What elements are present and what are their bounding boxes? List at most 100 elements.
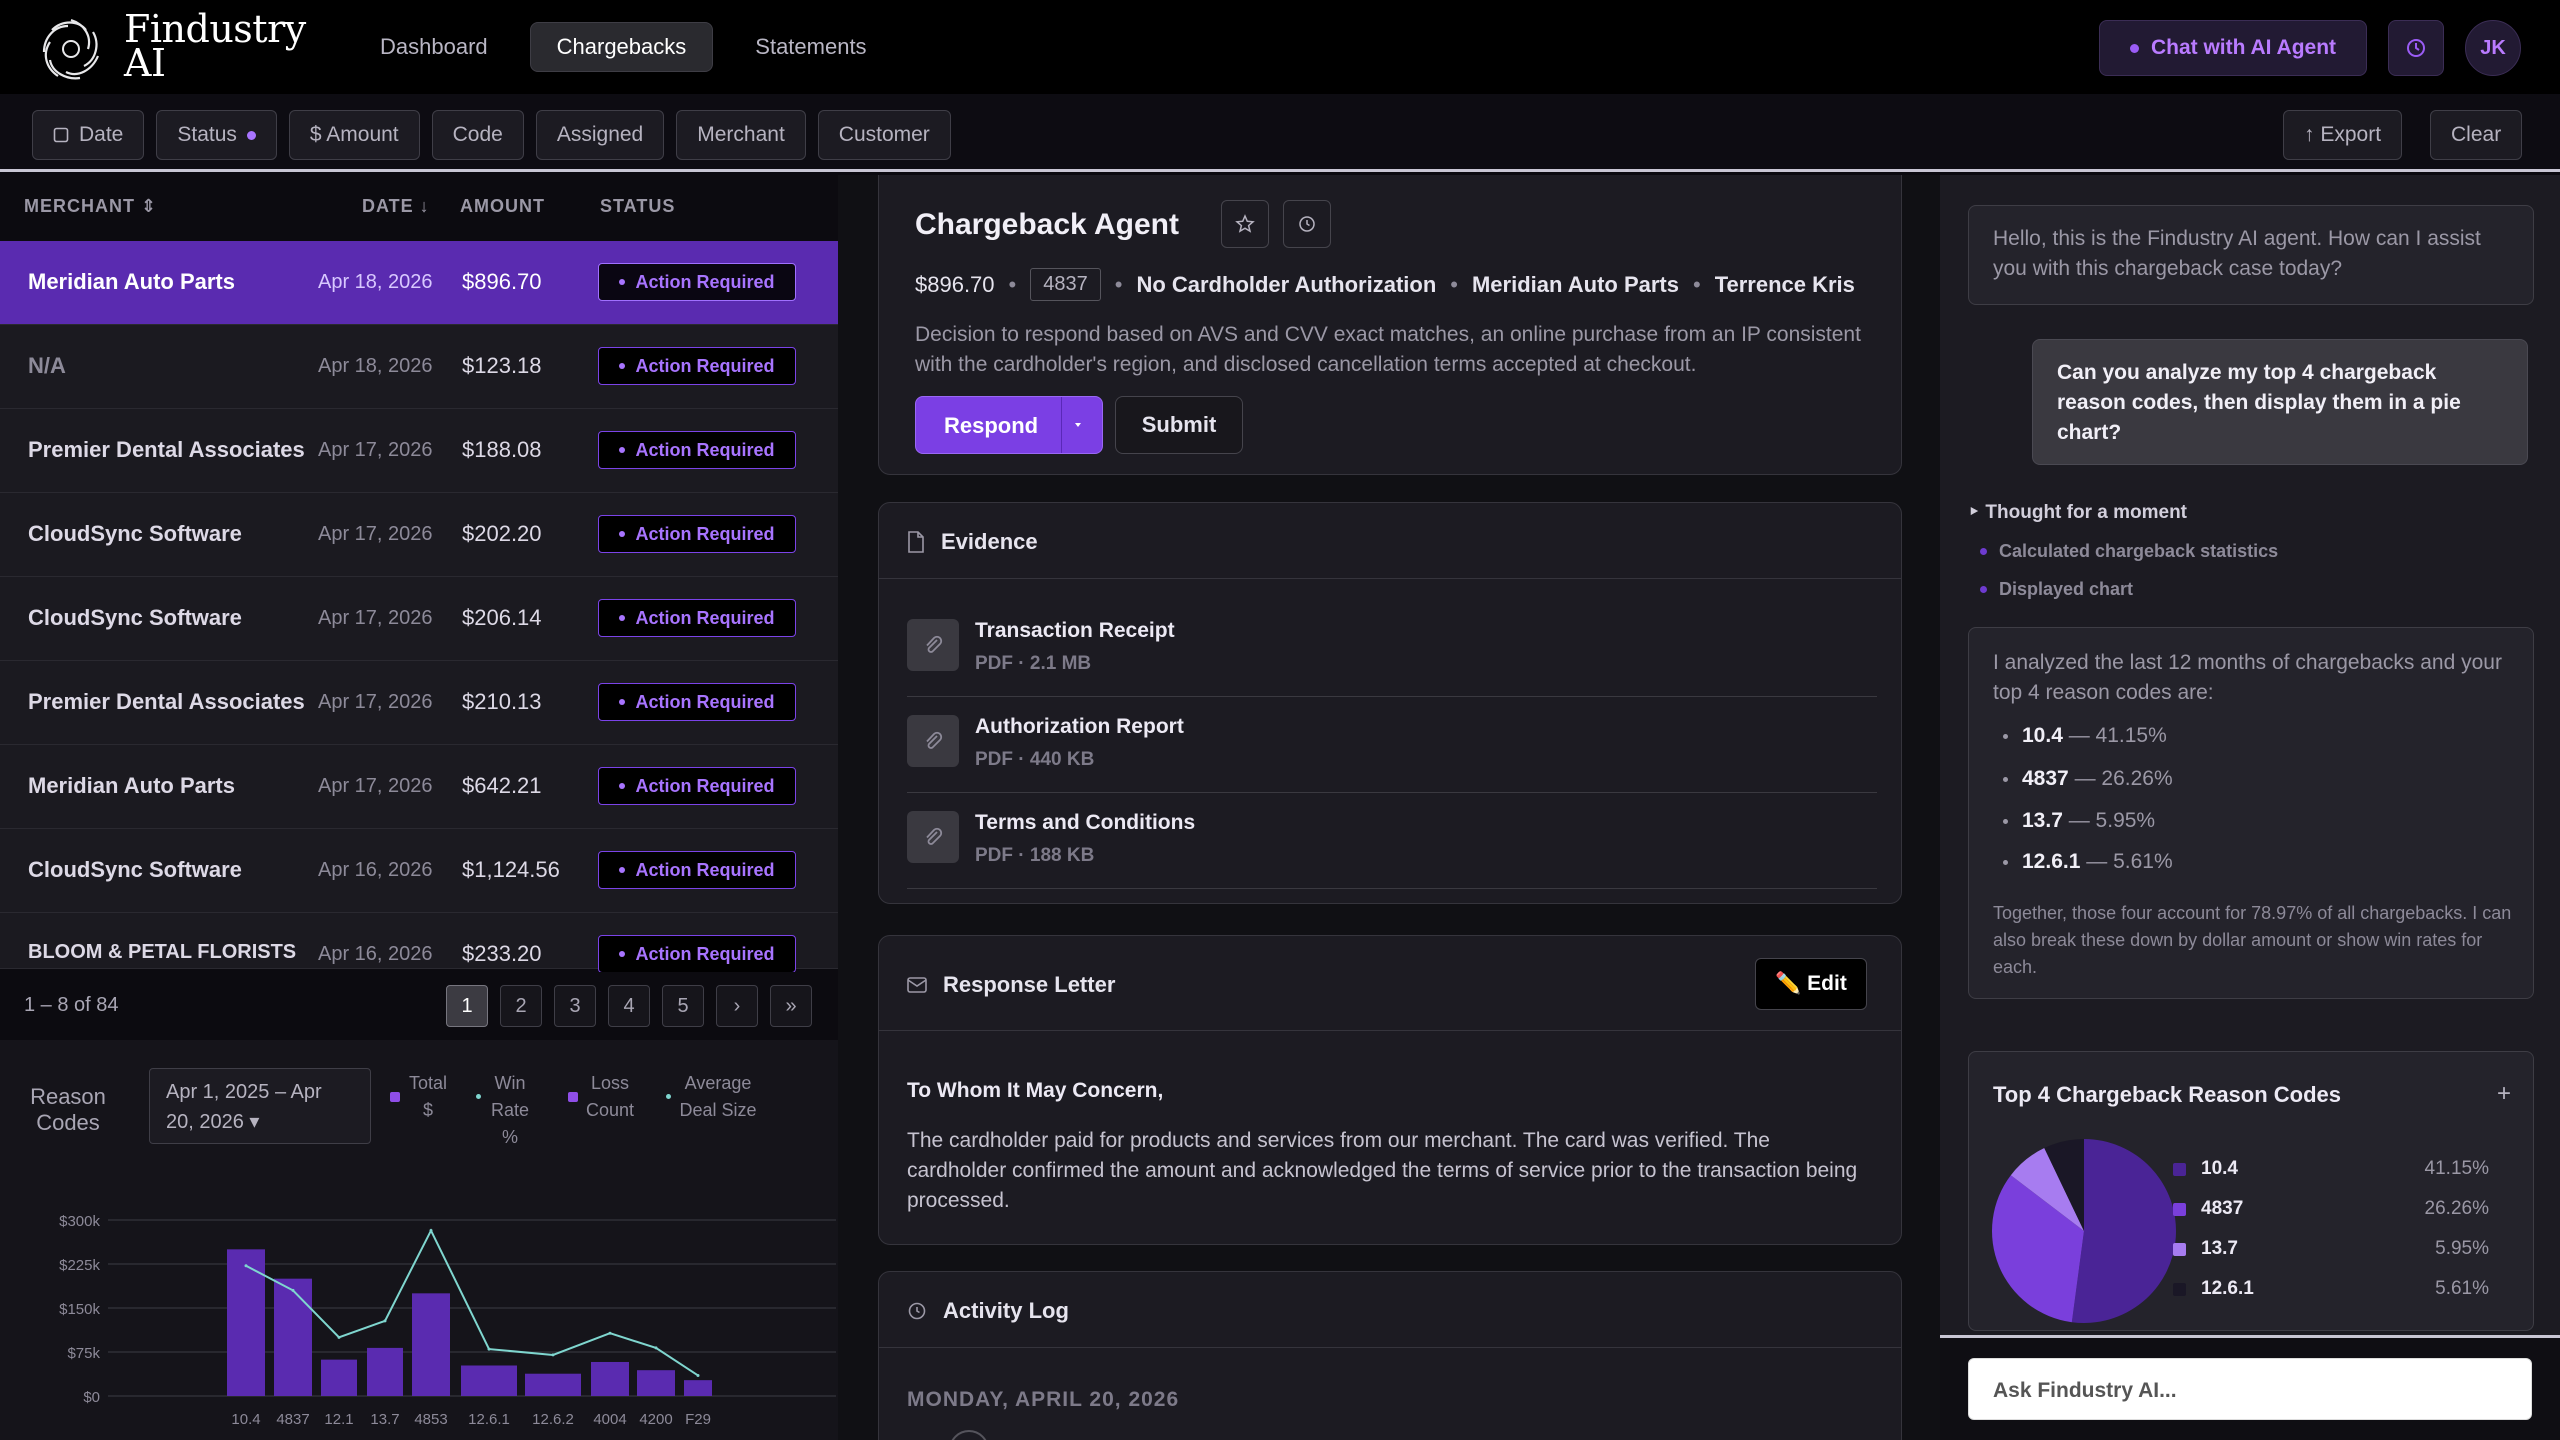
filter-amount[interactable]: $ Amount	[288, 110, 420, 160]
status-dot-icon	[619, 699, 626, 705]
active-filter-dot-icon	[246, 130, 256, 140]
document-icon	[908, 531, 924, 553]
nav-statements[interactable]: Statements	[729, 22, 892, 72]
table-row[interactable]: Premier Dental Associates Apr 17, 2026 $21…	[0, 661, 838, 745]
status-badge[interactable]: Action Required	[598, 515, 796, 553]
legend-win-rate[interactable]: Win Rate %	[476, 1070, 536, 1151]
filter-date[interactable]: Date	[32, 110, 145, 160]
edit-button[interactable]: ✏️ Edit	[1755, 958, 1867, 1010]
x-tick-label: 12.6.2	[532, 1411, 574, 1428]
export-button[interactable]: ↑ Export	[2283, 110, 2403, 160]
win-rate-line	[245, 1228, 699, 1377]
decision-description: Decision to respond based on AVS and CVV…	[915, 323, 1861, 376]
status-badge[interactable]: Action Required	[598, 347, 796, 385]
reason-codes-panel: Reason Codes Apr 1, 2025 – Apr 20, 2026 …	[0, 1040, 838, 1440]
status-dot-icon	[619, 783, 626, 789]
legend-total[interactable]: Total $	[390, 1070, 452, 1124]
legend-loss-count[interactable]: Loss Count	[568, 1070, 638, 1124]
filter-code[interactable]: Code	[431, 110, 524, 160]
nav-dashboard[interactable]: Dashboard	[354, 22, 514, 72]
user-avatar[interactable]: JK	[2465, 20, 2521, 76]
evidence-file[interactable]: Authorization Report PDF · 440 KB	[907, 697, 1877, 793]
history-button[interactable]	[2388, 20, 2444, 76]
respond-button[interactable]: Respond	[915, 396, 1103, 454]
thought-toggle[interactable]: ‣ Thought for a moment	[1968, 501, 2187, 524]
next-page-button[interactable]: ›	[716, 985, 758, 1027]
file-size: PDF · 2.1 MB	[975, 653, 1092, 674]
amount-cell: $233.20	[462, 941, 542, 966]
status-badge[interactable]: Action Required	[598, 851, 796, 889]
bar-13.7[interactable]	[367, 1347, 403, 1396]
bar-4200[interactable]	[637, 1370, 675, 1396]
page-5-button[interactable]: 5	[662, 985, 704, 1027]
filter-customer[interactable]: Customer	[817, 110, 951, 160]
activity-log-title: Activity Log	[943, 1298, 1069, 1323]
date-cell: Apr 17, 2026	[318, 523, 433, 545]
status-badge[interactable]: Action Required	[598, 935, 796, 973]
table-row[interactable]: Meridian Auto Parts Apr 18, 2026 $896.70 Ac…	[0, 241, 838, 325]
status-badge[interactable]: Action Required	[598, 263, 796, 301]
bar-4004[interactable]	[591, 1361, 629, 1396]
status-badge[interactable]: Action Required	[598, 431, 796, 469]
evidence-file[interactable]: Terms and Conditions PDF · 188 KB	[907, 793, 1877, 889]
clock-icon	[2407, 39, 2425, 57]
ask-findustry-input[interactable]: Ask Findustry AI...	[1968, 1358, 2532, 1420]
bar-12.1[interactable]	[321, 1359, 357, 1396]
table-row[interactable]: CloudSync Software Apr 17, 2026 $206.14 Act…	[0, 577, 838, 661]
clock-icon	[908, 1302, 926, 1320]
agent-title: Chargeback Agent	[915, 208, 1179, 241]
evidence-file[interactable]: Transaction Receipt PDF · 2.1 MB	[907, 601, 1877, 697]
filter-assigned[interactable]: Assigned	[535, 110, 665, 160]
letter-body: The cardholder paid for products and ser…	[907, 1129, 1858, 1212]
pie-slice-10.4[interactable]	[2071, 1139, 2176, 1323]
date-cell: Apr 17, 2026	[318, 775, 433, 797]
table-row[interactable]: CloudSync Software Apr 17, 2026 $202.20 Act…	[0, 493, 838, 577]
last-page-button[interactable]: »	[770, 985, 812, 1027]
date-range-select[interactable]: Apr 1, 2025 – Apr 20, 2026 ▾	[149, 1068, 371, 1144]
history-button[interactable]	[1283, 200, 1331, 248]
table-header: MERCHANT ⇕ DATE ↓ AMOUNT STATUS	[0, 175, 838, 237]
status-dot-icon	[619, 615, 626, 621]
table-row[interactable]: CloudSync Software Apr 16, 2026 $1,124.56 A…	[0, 829, 838, 913]
respond-label: Respond	[944, 413, 1039, 438]
checkbox-icon	[53, 127, 69, 143]
add-chart-button[interactable]: +	[2497, 1080, 2511, 1108]
win-rate-point	[487, 1347, 491, 1351]
table-row[interactable]: Meridian Auto Parts Apr 17, 2026 $642.21 Ac…	[0, 745, 838, 829]
chevron-down-icon[interactable]	[1074, 421, 1082, 429]
file-name: Authorization Report	[975, 715, 1184, 738]
answer-pct: — 5.95%	[2068, 809, 2156, 832]
status-badge[interactable]: Action Required	[598, 767, 796, 805]
case-code: 4837	[1030, 268, 1101, 301]
bar-12.6.1[interactable]	[461, 1365, 517, 1396]
status-badge[interactable]: Action Required	[598, 599, 796, 637]
bar-F29[interactable]	[684, 1380, 712, 1396]
clear-button[interactable]: Clear	[2430, 110, 2523, 160]
filter-status[interactable]: Status	[156, 110, 277, 160]
status-label: Action Required	[635, 943, 775, 964]
table-row[interactable]: BLOOM & PETAL FLORISTS Apr 16, 2026 $233.2…	[0, 913, 838, 973]
status-badge[interactable]: Action Required	[598, 683, 796, 721]
favorite-button[interactable]	[1221, 200, 1269, 248]
col-merchant[interactable]: MERCHANT ⇕	[24, 196, 157, 217]
bar-10.4[interactable]	[227, 1249, 265, 1396]
legend-swatch	[568, 1092, 578, 1102]
page-3-button[interactable]: 3	[554, 985, 596, 1027]
chat-with-ai-agent-button[interactable]: Chat with AI Agent	[2099, 20, 2367, 76]
filter-merchant[interactable]: Merchant	[676, 110, 806, 160]
bar-4853[interactable]	[412, 1293, 450, 1396]
table-row[interactable]: Premier Dental Associates Apr 17, 2026 $18…	[0, 409, 838, 493]
case-reason: No Cardholder Authorization	[1136, 271, 1437, 297]
amount-cell: $123.18	[462, 353, 542, 378]
col-date[interactable]: DATE ↓	[362, 196, 430, 217]
page-2-button[interactable]: 2	[500, 985, 542, 1027]
submit-button[interactable]: Submit	[1115, 396, 1243, 454]
nav-chargebacks[interactable]: Chargebacks	[529, 22, 714, 72]
page-1-button[interactable]: 1	[446, 985, 488, 1027]
page-4-button[interactable]: 4	[608, 985, 650, 1027]
table-row[interactable]: N/A Apr 18, 2026 $123.18 Action Required	[0, 325, 838, 409]
legend-avg-deal[interactable]: Average Deal Size	[666, 1070, 760, 1124]
legend-swatch	[2173, 1243, 2186, 1256]
bar-4837[interactable]	[274, 1278, 312, 1396]
bar-12.6.2[interactable]	[525, 1373, 581, 1396]
